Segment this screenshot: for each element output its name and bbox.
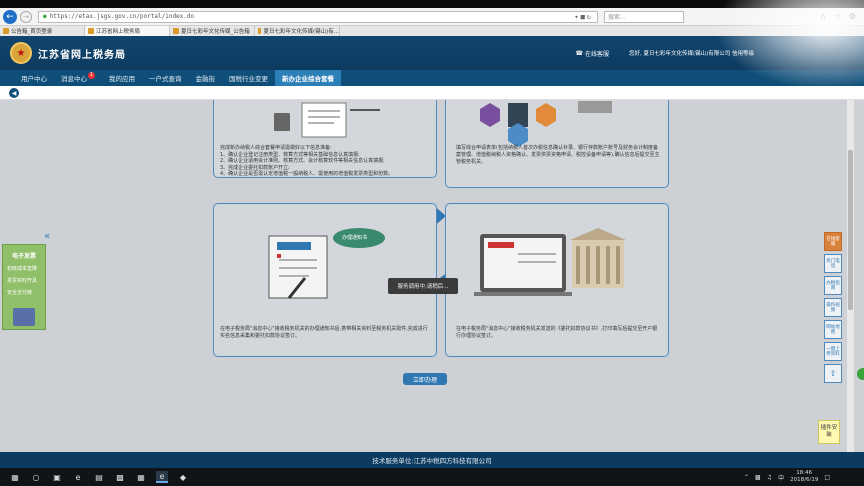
forward-button[interactable]: →	[20, 10, 32, 23]
sub-bar: ◀	[0, 86, 864, 100]
documents-illustration	[274, 102, 380, 138]
browser-tab-3[interactable]: 夏日七彩年文化传媒_公告箱	[170, 26, 255, 36]
browser-tools: ⌂ ☆ ⚙	[821, 12, 856, 21]
step-1-card: 完成新办纳税人综合套餐申请需做好以下信息准备: 1、确认企业登记注册类型、核算方…	[213, 100, 437, 178]
star-icon[interactable]: ☆	[834, 12, 841, 21]
edge-icon[interactable]: e	[72, 471, 84, 483]
clock-date: 2018/6/19	[790, 477, 819, 483]
store-icon[interactable]: ▩	[114, 471, 126, 483]
right-scroll-top-button[interactable]: ⇧	[824, 364, 842, 383]
nav-industry-change[interactable]: 国税行业变更	[222, 70, 275, 86]
search-input[interactable]: 搜索...	[604, 10, 684, 23]
step-3-text: 在电子税务局"消息中心"接收税务机关的办理通知书后,携带相关资料至税务机关取件,…	[220, 326, 428, 339]
side-tab-icon[interactable]	[857, 368, 864, 380]
url-text: https://etax.jsgs.gov.cn/portal/index.do	[49, 13, 195, 20]
app-icon[interactable]: ◆	[177, 471, 189, 483]
step-1-text: 完成新办纳税人综合套餐申请需做好以下信息准备: 1、确认企业登记注册类型、核算方…	[220, 145, 394, 177]
site-header: ★ 江苏省网上税务局 ☎ 在线客服 您好, 夏日七彩年文化传媒(锡山)有限公司 …	[0, 36, 864, 70]
favicon-icon	[173, 28, 179, 34]
url-actions: ▾ ■ ↻	[574, 13, 591, 21]
dropdown-icon[interactable]: ▾	[574, 13, 578, 21]
right-upload-button[interactable]: 一键上传资料	[824, 342, 842, 361]
headset-icon: ☎	[575, 49, 583, 57]
refresh-icon[interactable]: ↻	[587, 13, 591, 21]
right-guide-button[interactable]: 办税指南	[824, 276, 842, 295]
bank-illustration	[474, 228, 626, 296]
notice-label: 办理通知书	[342, 235, 368, 241]
e-invoice-item: 发票实时开具	[7, 278, 38, 284]
chevron-up-icon[interactable]: ⌃	[744, 474, 749, 481]
calculator-icon[interactable]: ▦	[135, 471, 147, 483]
back-button[interactable]: ←	[3, 9, 17, 24]
step-2-text: 填写综合申请表单(包括纳税人首次办税信息确认补录、银行存款账户账号及财务会计制度…	[456, 145, 660, 165]
page-footer: 技术服务单位:江苏中税四方科技有限公司	[0, 452, 864, 468]
apply-now-button[interactable]: 立即办理	[403, 373, 447, 385]
notice-illustration	[268, 228, 385, 299]
right-sitemap-button[interactable]: 网站地图	[824, 320, 842, 339]
e-invoice-title: 电子发票	[11, 253, 36, 260]
ie-icon[interactable]: e	[156, 471, 168, 483]
cortana-search-icon[interactable]: ○	[30, 471, 42, 483]
right-video-button[interactable]: 操作视频	[824, 298, 842, 317]
site-title: 江苏省网上税务局	[38, 49, 126, 61]
file-explorer-icon[interactable]: ▤	[93, 471, 105, 483]
lock-status-icon[interactable]: ■	[581, 13, 585, 21]
nav-my-apps[interactable]: 我的应用	[102, 70, 142, 86]
scrollbar-thumb[interactable]	[848, 150, 853, 310]
system-tray: ⌃ ▩ ♫ 中 18:46 2018/6/19 □	[744, 470, 830, 484]
right-float-toolbar: 在线客服 热门电话 办税指南 操作视频 网站地图 一键上传资料 ⇧	[824, 232, 844, 386]
lock-art-icon	[13, 308, 35, 326]
e-invoice-item: 安全支付链	[7, 290, 33, 296]
clock[interactable]: 18:46 2018/6/19	[790, 470, 818, 484]
right-online-service-button[interactable]: 在线客服	[824, 232, 842, 251]
network-icon[interactable]: ▩	[755, 474, 761, 481]
tax-emblem-icon: ★	[10, 42, 32, 64]
right-hotline-button[interactable]: 热门电话	[824, 254, 842, 273]
loading-toast: 服务调用中,请稍后...	[388, 278, 458, 294]
browser-tab-1[interactable]: 公告箱_首页登录	[0, 26, 85, 36]
hexagon-illustration	[480, 101, 612, 147]
favicon-icon	[88, 28, 94, 34]
clock-time: 18:46	[796, 470, 813, 476]
ime-indicator[interactable]: 中	[778, 473, 784, 482]
favicon-icon	[3, 28, 9, 34]
nav-account-query[interactable]: 一户式查询	[142, 70, 189, 86]
notification-icon[interactable]: □	[824, 474, 830, 481]
favicon-icon	[258, 28, 262, 34]
url-input[interactable]: ● https://etax.jsgs.gov.cn/portal/index.…	[38, 10, 598, 23]
message-badge: 1	[88, 71, 95, 79]
step-4-card: 在电子税务局"消息中心"接收税务机关发送的《委托扣款协议书》,打印填写后提交至开…	[445, 203, 669, 357]
sidebar-toggle-icon[interactable]: ◀	[9, 88, 19, 98]
browser-tab-4[interactable]: 夏日七彩年文化传媒(锡山)有...	[255, 26, 340, 36]
gear-icon[interactable]: ⚙	[849, 12, 856, 21]
home-icon[interactable]: ⌂	[821, 12, 826, 21]
browser-tab-2[interactable]: 江苏省网上税务局	[85, 26, 170, 36]
main-content: 完成新办纳税人综合套餐申请需做好以下信息准备: 1、确认企业登记注册类型、核算方…	[0, 100, 864, 452]
browser-tab-bar: 公告箱_首页登录 江苏省网上税务局 夏日七彩年文化传媒_公告箱 夏日七彩年文化传…	[0, 26, 864, 36]
step-4-text: 在电子税务局"消息中心"接收税务机关发送的《委托扣款协议书》,打印填写后提交至开…	[456, 326, 658, 339]
nav-message-center[interactable]: 消息中心 1	[54, 70, 102, 86]
volume-icon[interactable]: ♫	[767, 474, 772, 481]
windows-start-icon[interactable]: ▦	[9, 471, 21, 483]
e-invoice-panel[interactable]: 电子发票 初级成本直降 发票实时开具 安全支付链	[2, 244, 46, 330]
collapse-chevron-icon[interactable]: «	[44, 231, 50, 242]
windows-taskbar: ▦ ○ ▣ e ▤ ▩ ▦ e ◆ ⌃ ▩ ♫ 中 18:46 2018/6/1…	[0, 468, 864, 486]
e-invoice-item: 初级成本直降	[7, 266, 38, 272]
nav-new-enterprise-package[interactable]: 新办企业综合套餐	[275, 70, 341, 86]
search-placeholder: 搜索...	[608, 14, 626, 21]
nav-finance[interactable]: 金融街	[189, 70, 223, 86]
user-info: 您好, 夏日七彩年文化传媒(锡山)有限公司 信用等级	[628, 51, 754, 57]
plugin-install-button[interactable]: 插件安装	[818, 420, 840, 444]
task-view-icon[interactable]: ▣	[51, 471, 63, 483]
online-service-link[interactable]: ☎ 在线客服	[575, 49, 609, 58]
step-2-card: 填写综合申请表单(包括纳税人首次办税信息确认补录、银行存款账户账号及财务会计制度…	[445, 100, 669, 188]
lock-icon: ●	[43, 13, 47, 20]
browser-address-bar: ← → ● https://etax.jsgs.gov.cn/portal/in…	[0, 8, 864, 26]
nav-user-center[interactable]: 用户中心	[14, 70, 54, 86]
main-nav: 用户中心 消息中心 1 我的应用 一户式查询 金融街 国税行业变更 新办企业综合套…	[0, 70, 864, 86]
